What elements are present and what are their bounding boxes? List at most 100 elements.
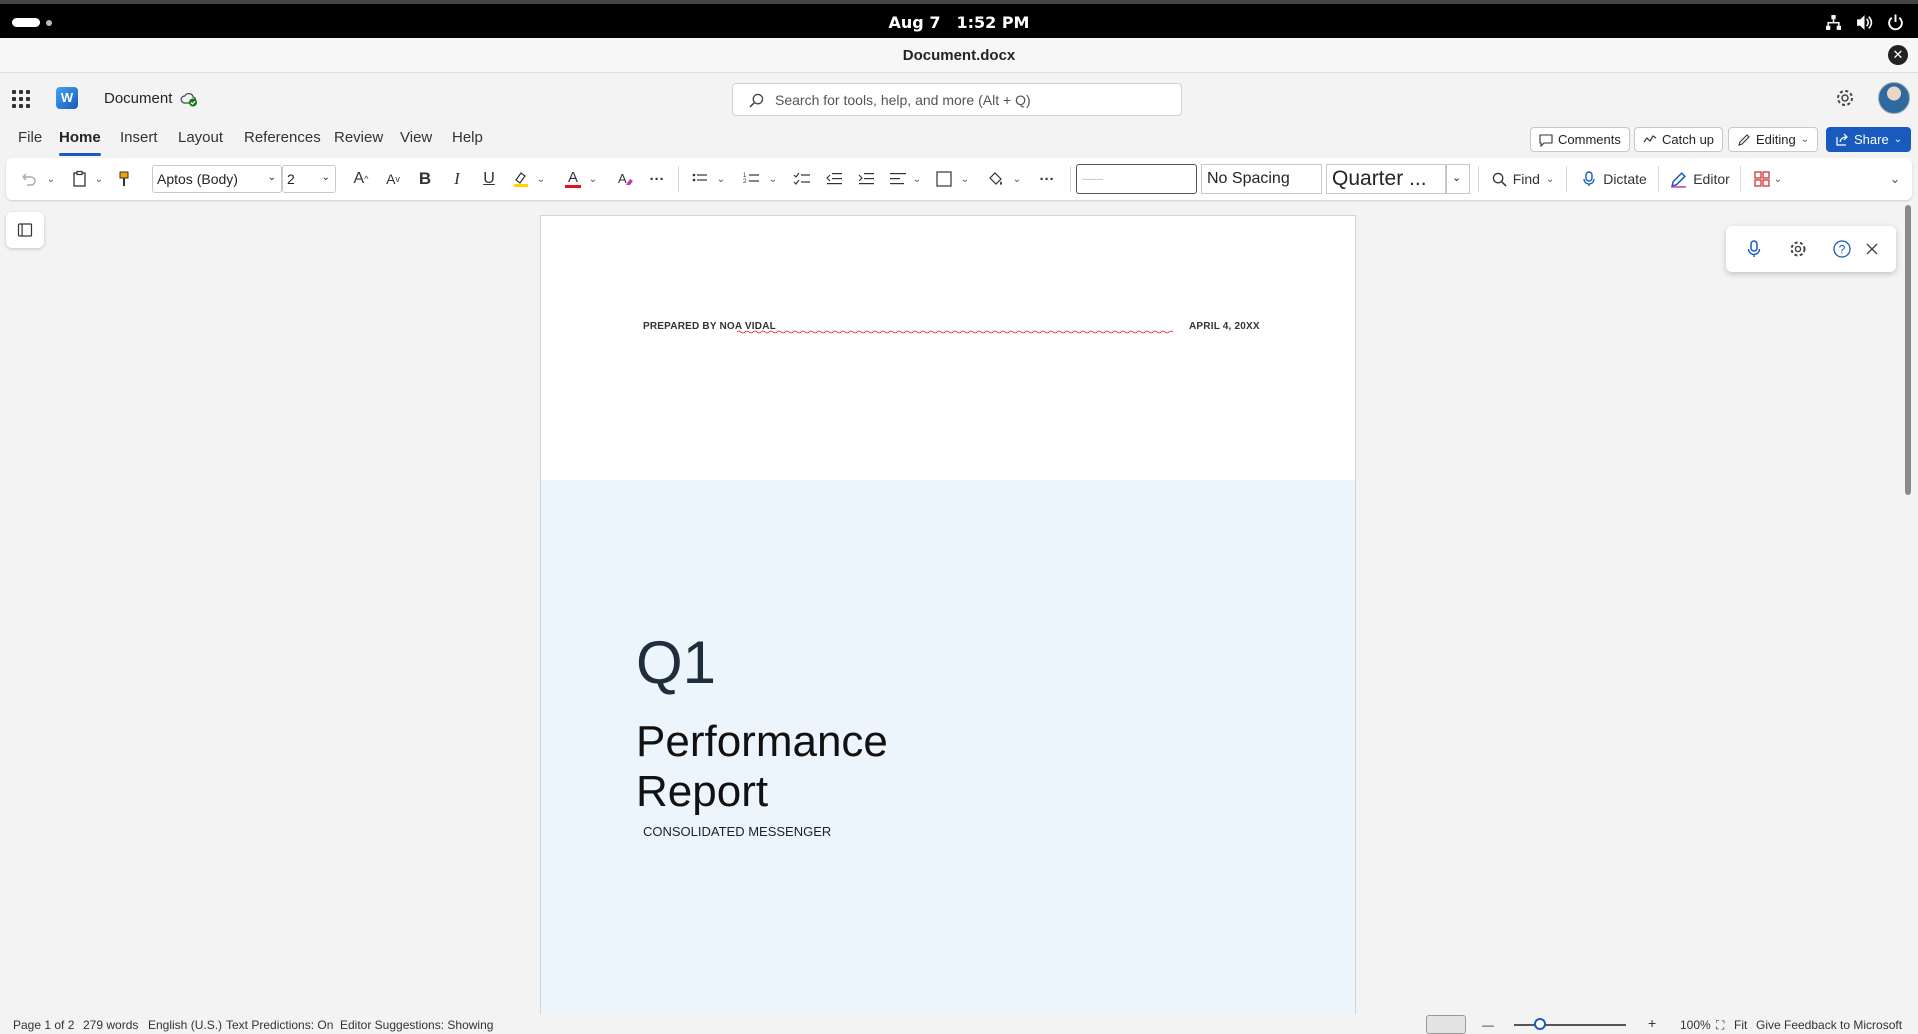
zoom-in-button[interactable]: + [1648, 1015, 1656, 1031]
ribbon-separator [1566, 166, 1567, 192]
microphone-icon[interactable] [1744, 239, 1764, 259]
os-clock[interactable]: Aug 7 1:52 PM [0, 13, 1918, 32]
cover-quarter[interactable]: Q1 [636, 628, 716, 697]
editing-mode-button[interactable]: Editing ⌄ [1728, 127, 1819, 152]
paste-dropdown-icon[interactable]: ⌄ [94, 168, 104, 190]
pencil-icon [1738, 133, 1750, 146]
clear-formatting-icon[interactable]: A [616, 168, 636, 190]
share-button[interactable]: Share ⌄ [1826, 127, 1912, 152]
spelling-squiggle [737, 330, 1174, 334]
navigation-pane-button[interactable] [6, 212, 44, 248]
dictate-button[interactable]: Dictate [1576, 168, 1652, 190]
menu-tab-bar: File Home Insert Layout References Revie… [0, 123, 1918, 156]
comments-button[interactable]: Comments [1530, 127, 1630, 152]
borders-icon[interactable] [934, 168, 954, 190]
shading-dropdown-icon[interactable]: ⌄ [1012, 168, 1022, 190]
feedback-link[interactable]: Give Feedback to Microsoft [1756, 1018, 1902, 1032]
zoom-slider[interactable] [1514, 1024, 1626, 1026]
os-top-bar: Aug 7 1:52 PM [0, 0, 1918, 38]
bold-icon[interactable]: B [416, 168, 434, 190]
paste-icon[interactable] [70, 168, 90, 190]
window-title: Document.docx [902, 47, 1016, 64]
catch-up-button[interactable]: Catch up [1634, 127, 1724, 152]
cover-subtitle[interactable]: CONSOLIDATED MESSENGER [643, 824, 831, 839]
more-font-options-icon[interactable]: ··· [646, 168, 668, 190]
font-color-icon[interactable]: A [563, 168, 583, 190]
word-logo: W [56, 87, 78, 109]
document-page[interactable]: PREPARED BY NOA VIDAL APRIL 4, 20XX Q1 P… [540, 215, 1356, 1015]
bullets-dropdown-icon[interactable]: ⌄ [716, 168, 726, 190]
format-painter-icon[interactable] [114, 168, 134, 190]
saved-cloud-icon[interactable] [180, 90, 198, 108]
font-size-combobox[interactable]: 2 ⌄ [282, 165, 336, 193]
checklist-icon[interactable] [792, 168, 812, 190]
collapse-ribbon-icon[interactable]: ⌄ [1888, 168, 1902, 190]
close-icon[interactable] [1864, 239, 1880, 259]
chevron-down-icon: ⌄ [1893, 134, 1903, 145]
print-layout-view-button[interactable] [1426, 1015, 1466, 1034]
svg-text:?: ? [1839, 243, 1846, 257]
zoom-level[interactable]: 100% [1680, 1018, 1711, 1032]
more-paragraph-options-icon[interactable]: ··· [1036, 168, 1058, 190]
editor-button[interactable]: Editor [1666, 168, 1734, 190]
font-name-combobox[interactable]: Aptos (Body) ⌄ [152, 165, 282, 193]
borders-dropdown-icon[interactable]: ⌄ [960, 168, 970, 190]
editor-suggestions-status[interactable]: Editor Suggestions: Showing [340, 1018, 493, 1032]
style-quarter[interactable]: Quarter ... [1326, 164, 1446, 194]
app-launcher-icon[interactable] [12, 90, 30, 108]
page-count[interactable]: Page 1 of 2 [13, 1018, 74, 1032]
vertical-scrollbar[interactable] [1905, 205, 1911, 495]
word-count[interactable]: 279 words [83, 1018, 138, 1032]
undo-icon[interactable] [18, 168, 38, 190]
style-no-spacing[interactable]: No Spacing [1201, 164, 1322, 194]
add-ins-button[interactable]: ⌄ [1748, 168, 1788, 190]
chevron-down-icon: ⌄ [1452, 172, 1462, 184]
settings-gear-icon[interactable] [1835, 88, 1855, 108]
shading-icon[interactable] [986, 168, 1006, 190]
fit-icon[interactable]: ⛶ [1716, 1018, 1724, 1033]
numbering-icon[interactable]: 12 [742, 168, 762, 190]
tab-insert[interactable]: Insert [120, 129, 158, 146]
undo-dropdown-icon[interactable]: ⌄ [46, 168, 56, 190]
styles-gallery-expand[interactable]: ⌄ [1446, 164, 1470, 194]
grow-font-icon[interactable]: A ^ [350, 168, 372, 190]
numbering-dropdown-icon[interactable]: ⌄ [768, 168, 778, 190]
decrease-indent-icon[interactable] [824, 168, 844, 190]
zoom-out-button[interactable]: — [1482, 1018, 1494, 1032]
increase-indent-icon[interactable] [856, 168, 876, 190]
os-time: 1:52 PM [956, 13, 1030, 32]
tab-help[interactable]: Help [452, 129, 483, 146]
tab-file[interactable]: File [18, 129, 42, 146]
dictation-settings-icon[interactable] [1788, 239, 1808, 259]
font-size-value: 2 [287, 171, 295, 187]
tab-home[interactable]: Home [59, 129, 101, 156]
italic-icon[interactable]: I [448, 168, 466, 190]
system-tray[interactable] [1825, 14, 1904, 31]
bullets-icon[interactable] [690, 168, 710, 190]
status-bar: Page 1 of 2 279 words English (U.S.) Tex… [0, 1014, 1918, 1034]
window-close-button[interactable]: ✕ [1888, 45, 1908, 65]
align-dropdown-icon[interactable]: ⌄ [912, 168, 922, 190]
tab-layout[interactable]: Layout [178, 129, 223, 146]
find-button[interactable]: Find ⌄ [1488, 168, 1558, 190]
tab-view[interactable]: View [400, 129, 432, 146]
user-avatar[interactable] [1878, 82, 1910, 114]
search-input[interactable] [775, 90, 1165, 110]
tab-references[interactable]: References [244, 129, 321, 146]
help-icon[interactable]: ? [1832, 239, 1852, 259]
document-name[interactable]: Document [104, 90, 172, 107]
font-color-dropdown-icon[interactable]: ⌄ [588, 168, 598, 190]
search-box[interactable] [732, 83, 1182, 116]
text-predictions-status[interactable]: Text Predictions: On [226, 1018, 333, 1032]
fit-button[interactable]: Fit [1734, 1018, 1747, 1032]
tab-review[interactable]: Review [334, 129, 383, 146]
cover-title[interactable]: Performance Report [636, 717, 1036, 817]
style-normal[interactable]: ------- [1076, 164, 1197, 194]
shrink-font-icon[interactable]: Av [382, 168, 404, 190]
language-indicator[interactable]: English (U.S.) [148, 1018, 222, 1032]
align-icon[interactable] [888, 168, 908, 190]
highlight-dropdown-icon[interactable]: ⌄ [536, 168, 546, 190]
underline-icon[interactable]: U [480, 168, 498, 190]
highlight-icon[interactable] [511, 168, 531, 190]
zoom-slider-handle[interactable] [1534, 1018, 1546, 1030]
